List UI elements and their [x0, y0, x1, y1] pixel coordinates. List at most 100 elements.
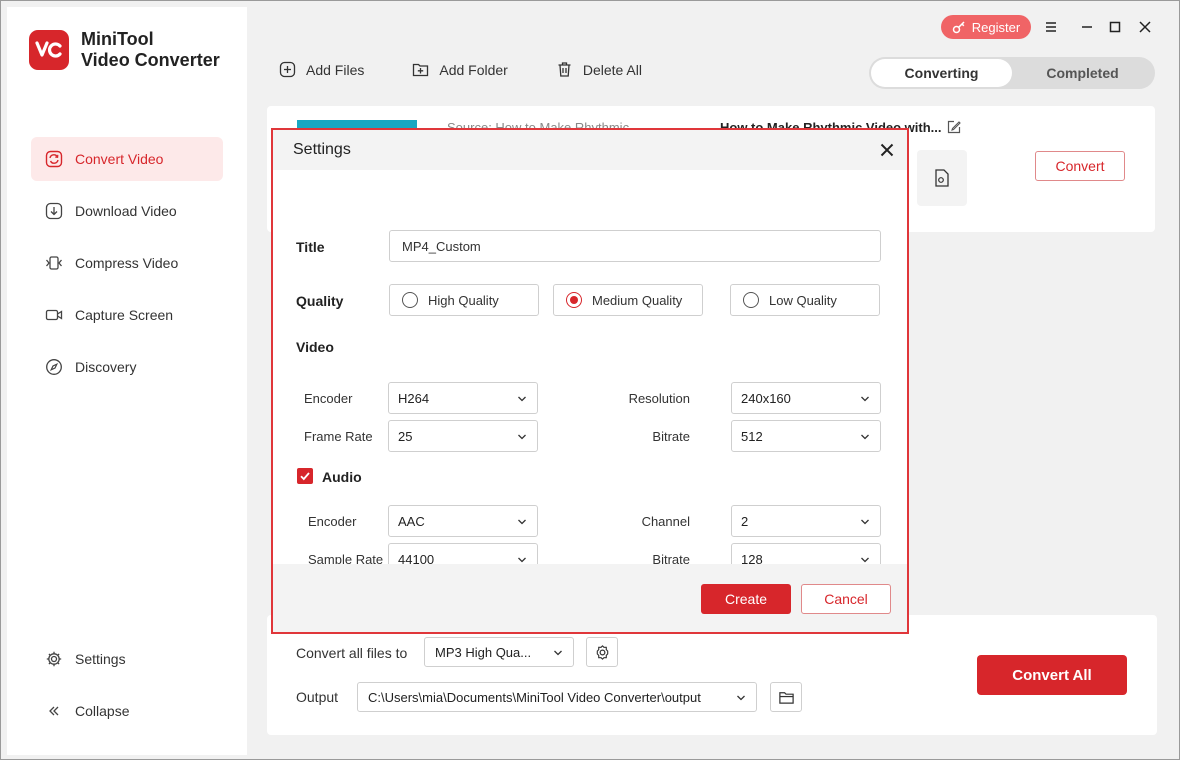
sidebar-item-capture-screen[interactable]: Capture Screen — [31, 293, 223, 337]
logo-letters-icon — [35, 41, 62, 58]
file-settings-icon — [935, 169, 949, 187]
checkmark-icon — [300, 472, 310, 481]
sidebar-item-collapse[interactable]: Collapse — [31, 689, 223, 733]
status-tabs: Converting Completed — [869, 57, 1155, 89]
title-input[interactable]: MP4_Custom — [389, 230, 881, 262]
radio-unselected — [402, 292, 418, 308]
frame-rate-select[interactable]: 25 — [388, 420, 538, 452]
title-label: Title — [296, 239, 325, 255]
channel-label: Channel — [641, 514, 690, 529]
close-icon[interactable] — [877, 140, 897, 160]
edit-icon[interactable] — [947, 120, 961, 134]
audio-encoder-label: Encoder — [308, 514, 357, 529]
sidebar-item-label: Settings — [75, 651, 126, 667]
tab-converting[interactable]: Converting — [871, 59, 1012, 87]
sidebar-item-compress-video[interactable]: Compress Video — [31, 241, 223, 285]
open-folder-button[interactable] — [770, 682, 802, 712]
minimize-button[interactable] — [1075, 15, 1099, 39]
sidebar-item-discovery[interactable]: Discovery — [31, 345, 223, 389]
maximize-button[interactable] — [1103, 15, 1127, 39]
add-files-button[interactable]: Add Files — [279, 61, 364, 78]
convert-all-button[interactable]: Convert All — [977, 655, 1127, 695]
add-files-label: Add Files — [306, 61, 365, 78]
channel-select[interactable]: 2 — [731, 505, 881, 537]
convert-all-to-label: Convert all files to — [296, 645, 408, 661]
quality-option-label: High Quality — [428, 292, 499, 308]
chevron-down-icon — [518, 396, 526, 402]
video-bitrate-select[interactable]: 512 — [731, 420, 881, 452]
quality-medium-option[interactable]: Medium Quality — [553, 284, 703, 316]
sidebar-nav: Convert Video Download Video Compress Vi… — [31, 137, 223, 397]
sidebar-item-download-video[interactable]: Download Video — [31, 189, 223, 233]
chevron-down-icon — [737, 695, 745, 701]
add-folder-icon — [413, 63, 429, 77]
dialog-body: Title MP4_Custom Quality High Quality Me… — [273, 170, 907, 575]
sidebar: MiniTool Video Converter Convert Video D… — [7, 7, 247, 755]
app-title: MiniTool Video Converter — [81, 29, 220, 71]
collapse-icon — [49, 706, 59, 716]
output-path-select[interactable]: C:\Users\mia\Documents\MiniTool Video Co… — [357, 682, 757, 712]
cancel-button[interactable]: Cancel — [801, 584, 891, 614]
quality-low-option[interactable]: Low Quality — [730, 284, 880, 316]
sidebar-item-label: Download Video — [75, 203, 177, 219]
toolbar: Add Files Add Folder Delete All — [279, 61, 690, 78]
quality-high-option[interactable]: High Quality — [389, 284, 539, 316]
compress-icon — [46, 256, 62, 270]
output-label: Output — [296, 689, 339, 705]
resolution-select[interactable]: 240x160 — [731, 382, 881, 414]
audio-encoder-select[interactable]: AAC — [388, 505, 538, 537]
key-icon — [952, 21, 965, 34]
sidebar-item-label: Convert Video — [75, 151, 164, 167]
dialog-footer: Create Cancel — [273, 564, 907, 632]
sidebar-bottom: Settings Collapse — [31, 637, 223, 741]
add-folder-button[interactable]: Add Folder — [412, 61, 508, 78]
delete-all-label: Delete All — [582, 61, 642, 78]
hamburger-icon — [1046, 22, 1056, 32]
quality-label: Quality — [296, 293, 344, 309]
menu-button[interactable] — [1039, 15, 1063, 39]
video-encoder-value: H264 — [398, 390, 430, 406]
resolution-label: Resolution — [628, 391, 690, 406]
audio-checkbox[interactable] — [297, 468, 313, 484]
chevron-down-icon — [861, 519, 869, 525]
resolution-value: 240x160 — [741, 390, 791, 406]
convert-button[interactable]: Convert — [1035, 151, 1125, 181]
close-icon — [1139, 21, 1151, 33]
format-settings-button[interactable] — [586, 637, 618, 667]
gear-icon — [596, 644, 608, 660]
sidebar-item-label: Compress Video — [75, 255, 179, 271]
channel-value: 2 — [741, 513, 749, 529]
tab-completed[interactable]: Completed — [1012, 59, 1153, 87]
app-logo: MiniTool Video Converter — [29, 29, 220, 71]
sidebar-item-settings[interactable]: Settings — [31, 637, 223, 681]
compass-icon — [46, 359, 62, 375]
dialog-title: Settings — [293, 141, 351, 158]
dialog-header: Settings — [273, 130, 907, 170]
camera-icon — [45, 309, 63, 321]
audio-encoder-value: AAC — [398, 513, 425, 529]
chevron-down-icon — [861, 434, 869, 440]
close-window-button[interactable] — [1133, 15, 1157, 39]
target-format-button[interactable] — [917, 150, 967, 206]
video-section-label: Video — [296, 339, 334, 355]
radio-selected — [566, 292, 582, 308]
maximize-icon — [1109, 21, 1121, 33]
create-button[interactable]: Create — [701, 584, 791, 614]
add-file-icon — [279, 61, 296, 78]
video-encoder-select[interactable]: H264 — [388, 382, 538, 414]
video-bitrate-value: 512 — [741, 428, 763, 444]
frame-rate-label: Frame Rate — [304, 429, 373, 444]
app-title-line2: Video Converter — [81, 50, 220, 70]
settings-dialog: Settings Title MP4_Custom Quality High Q… — [271, 128, 909, 634]
gear-icon — [46, 651, 62, 667]
register-button[interactable]: Register — [941, 15, 1031, 39]
download-icon — [45, 202, 63, 220]
quality-option-label: Low Quality — [769, 292, 837, 308]
output-format-select[interactable]: MP3 High Qua... — [424, 637, 574, 667]
delete-all-button[interactable]: Delete All — [556, 61, 642, 78]
convert-icon — [45, 150, 63, 168]
chevron-down-icon — [518, 434, 526, 440]
sidebar-item-convert-video[interactable]: Convert Video — [31, 137, 223, 181]
audio-section-label: Audio — [322, 469, 362, 485]
sidebar-item-label: Capture Screen — [75, 307, 174, 323]
